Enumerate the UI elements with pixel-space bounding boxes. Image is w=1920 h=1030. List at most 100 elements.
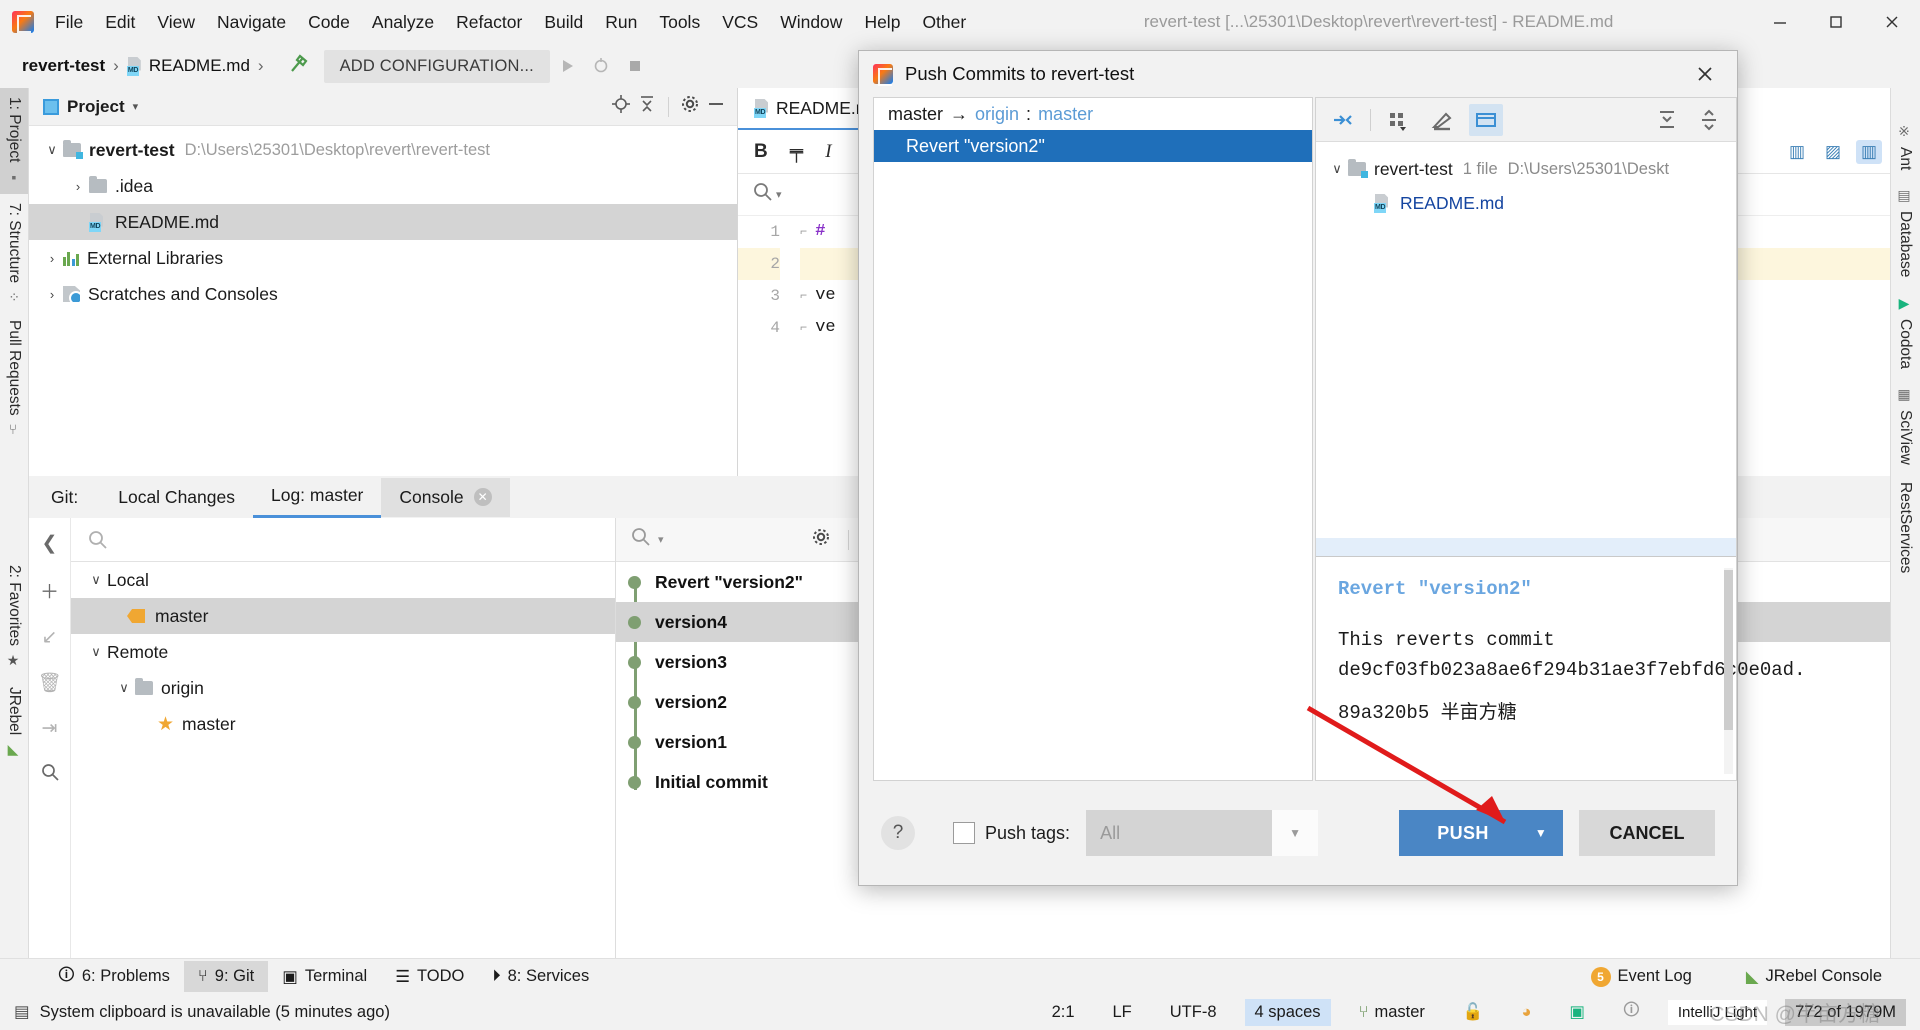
toolwindow-services[interactable]: ⏵ 8: Services: [478, 961, 603, 992]
chevron-down-icon[interactable]: ∨: [1326, 161, 1348, 177]
add-configuration-button[interactable]: ADD CONFIGURATION...: [323, 49, 550, 83]
locate-icon[interactable]: [610, 93, 632, 120]
menu-other[interactable]: Other: [911, 8, 977, 37]
image-preview-icon[interactable]: ▨: [1820, 140, 1846, 164]
push-spec-row[interactable]: master → origin : master: [874, 98, 1312, 130]
menu-refactor[interactable]: Refactor: [445, 8, 533, 37]
gear-icon[interactable]: [679, 93, 701, 120]
branch-group-remote[interactable]: ∨ Remote: [71, 634, 615, 670]
fold-icon[interactable]: ⌐: [800, 225, 807, 239]
target-branch[interactable]: master: [1038, 104, 1093, 125]
branch-widget[interactable]: ⑂ master: [1349, 999, 1435, 1026]
close-button[interactable]: [1864, 0, 1920, 44]
tree-row-idea[interactable]: › .idea: [29, 168, 737, 204]
dialog-commit-row[interactable]: Revert "version2": [874, 130, 1312, 162]
menu-code[interactable]: Code: [297, 8, 361, 37]
remote-name[interactable]: origin: [975, 104, 1019, 125]
sidebar-item-rest-services[interactable]: RestServices: [1891, 473, 1919, 582]
build-hammer-icon[interactable]: [286, 51, 312, 82]
chevron-down-icon[interactable]: ∨: [113, 680, 135, 696]
terminal-widget-icon[interactable]: ▣: [1559, 998, 1595, 1026]
chevron-down-icon[interactable]: ∨: [85, 644, 107, 660]
sidebar-item-codota[interactable]: ▶ Codota: [1891, 287, 1919, 378]
chevron-right-icon[interactable]: ›: [67, 179, 89, 194]
breadcrumb-project[interactable]: revert-test: [22, 56, 105, 76]
menu-vcs[interactable]: VCS: [711, 8, 769, 37]
chevron-down-icon[interactable]: ∨: [41, 142, 63, 158]
branch-item-origin-master[interactable]: ★ master: [71, 706, 615, 742]
merge-icon[interactable]: ⇥: [42, 717, 58, 740]
run-icon[interactable]: [550, 49, 584, 83]
menu-view[interactable]: View: [146, 8, 206, 37]
collapse-all-icon[interactable]: [1326, 104, 1360, 136]
maximize-button[interactable]: [1808, 0, 1864, 44]
checkout-icon[interactable]: ↙: [42, 626, 58, 649]
tree-row-project-root[interactable]: ∨ revert-test D:\Users\25301\Desktop\rev…: [29, 132, 737, 168]
group-by-icon[interactable]: [1381, 104, 1415, 136]
tab-log-master[interactable]: Log: master: [252, 476, 382, 518]
search-icon[interactable]: [630, 526, 652, 553]
hide-panel-icon[interactable]: [705, 93, 727, 120]
toolwindow-git[interactable]: ⑂ 9: Git: [183, 961, 269, 992]
file-encoding[interactable]: UTF-8: [1160, 999, 1227, 1026]
chevron-right-icon[interactable]: ›: [41, 251, 63, 266]
sidebar-item-sciview[interactable]: ▦ SciView: [1891, 378, 1919, 474]
push-dropdown-arrow-icon[interactable]: ▼: [1519, 810, 1563, 856]
line-separator[interactable]: LF: [1103, 999, 1142, 1026]
toolwindow-event-log[interactable]: 5 Event Log: [1577, 961, 1706, 993]
file-tree-item[interactable]: MD README.md: [1316, 186, 1736, 220]
sidebar-item-structure[interactable]: 7: Structure ⁘: [0, 194, 28, 311]
strikethrough-button[interactable]: ╤: [790, 141, 803, 163]
dialog-close-button[interactable]: [1687, 57, 1723, 91]
menu-window[interactable]: Window: [769, 8, 853, 37]
lock-icon[interactable]: 🔓: [1453, 999, 1494, 1026]
chevron-right-icon[interactable]: ›: [41, 287, 63, 302]
tree-row-readme[interactable]: MD README.md: [29, 204, 737, 240]
menu-file[interactable]: File: [44, 8, 94, 37]
collapse-left-icon[interactable]: ❮: [42, 532, 58, 555]
search-icon[interactable]: [40, 762, 60, 788]
sidebar-item-favorites[interactable]: 2: Favorites ★: [0, 556, 28, 678]
collapse-all-icon[interactable]: [636, 93, 658, 120]
menu-tools[interactable]: Tools: [648, 8, 711, 37]
push-tags-checkbox[interactable]: [953, 822, 975, 844]
toolwindow-terminal[interactable]: ▣ Terminal: [268, 961, 381, 993]
inspection-icon[interactable]: ◕: [1511, 999, 1541, 1026]
tree-row-scratches[interactable]: › Scratches and Consoles: [29, 276, 737, 312]
gear-icon[interactable]: [810, 526, 832, 553]
menu-help[interactable]: Help: [853, 8, 911, 37]
chevron-down-icon[interactable]: ▾: [133, 100, 139, 113]
collapse-icon[interactable]: [1692, 104, 1726, 136]
menu-run[interactable]: Run: [594, 8, 648, 37]
notification-icon[interactable]: 🛈: [1613, 994, 1650, 1030]
fold-icon[interactable]: ⌐: [800, 321, 807, 335]
push-tags-select[interactable]: All ▼: [1086, 810, 1319, 856]
tree-row-external-libraries[interactable]: › External Libraries: [29, 240, 737, 276]
chevron-down-icon[interactable]: ▾: [776, 188, 782, 201]
search-icon[interactable]: [752, 181, 774, 208]
menu-navigate[interactable]: Navigate: [206, 8, 297, 37]
sidebar-item-pull-requests[interactable]: Pull Requests ⑂: [0, 311, 28, 446]
debug-icon[interactable]: [584, 49, 618, 83]
edit-icon[interactable]: [1425, 104, 1459, 136]
caret-position[interactable]: 2:1: [1042, 999, 1085, 1026]
stop-icon[interactable]: [618, 49, 652, 83]
sidebar-item-database[interactable]: ▤ Database: [1891, 179, 1919, 286]
branch-group-origin[interactable]: ∨ origin: [71, 670, 615, 706]
toolwindow-problems[interactable]: 🛈 6: Problems: [44, 957, 184, 997]
branch-item-local-master[interactable]: master: [71, 598, 615, 634]
push-button[interactable]: PUSH ▼: [1399, 810, 1563, 856]
menu-analyze[interactable]: Analyze: [361, 8, 445, 37]
chevron-down-icon[interactable]: ∨: [85, 572, 107, 588]
chevron-down-icon[interactable]: ▼: [1272, 810, 1319, 856]
indent-setting[interactable]: 4 spaces: [1244, 998, 1331, 1026]
toolwindow-jrebel-console[interactable]: ◣ JRebel Console: [1732, 961, 1896, 993]
expand-all-icon[interactable]: [1650, 104, 1684, 136]
bold-button[interactable]: B: [754, 141, 768, 163]
minimize-button[interactable]: [1752, 0, 1808, 44]
file-tree-root-row[interactable]: ∨ revert-test 1 file D:\Users\25301\Desk…: [1316, 152, 1736, 186]
menu-build[interactable]: Build: [533, 8, 594, 37]
toolwindow-todo[interactable]: ☰ TODO: [381, 961, 478, 993]
tab-console[interactable]: Console ✕: [381, 477, 510, 517]
italic-button[interactable]: I: [825, 141, 831, 163]
